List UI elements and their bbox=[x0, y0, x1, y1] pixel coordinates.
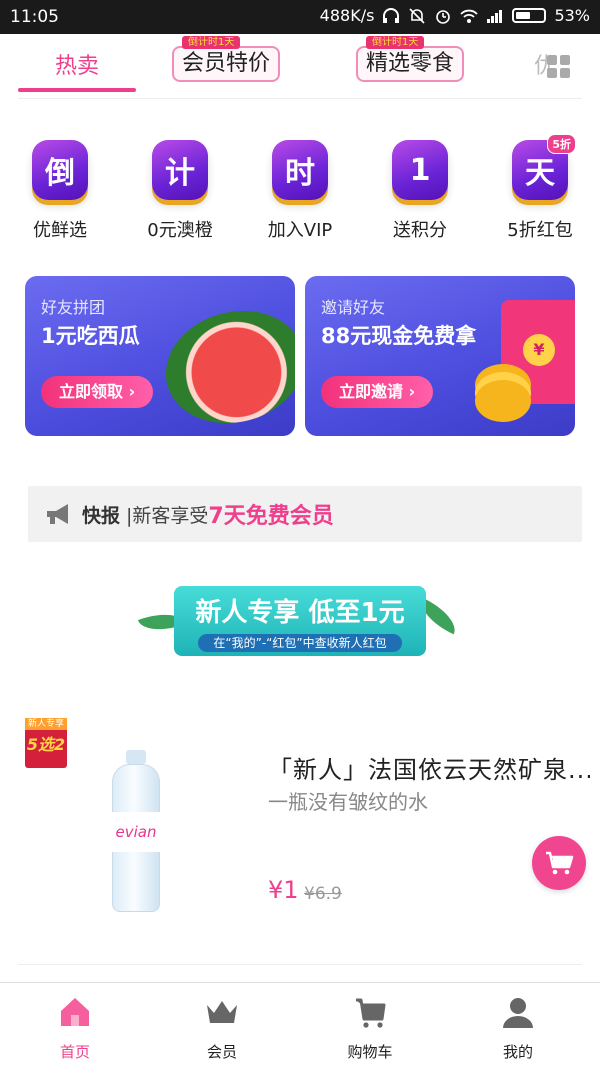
nav-home[interactable]: 首页 bbox=[25, 995, 125, 1062]
discount-badge: 5折 bbox=[547, 134, 576, 154]
grid-menu-icon[interactable] bbox=[546, 54, 572, 80]
cart-icon bbox=[546, 851, 574, 875]
news-text: |新客享受 bbox=[126, 504, 209, 527]
product-image: evian bbox=[112, 750, 160, 912]
nav-cart[interactable]: 购物车 bbox=[320, 995, 420, 1062]
category-icon: 时 bbox=[272, 140, 328, 200]
bottom-nav: 首页 会员 购物车 我的 bbox=[0, 982, 600, 1067]
cart-icon bbox=[356, 998, 386, 1028]
category-label: 送积分 bbox=[393, 220, 447, 241]
mute-icon bbox=[409, 7, 426, 24]
category-join-vip[interactable]: 时 加入VIP bbox=[250, 140, 350, 242]
product-subtitle: 一瓶没有皱纹的水 bbox=[268, 790, 428, 814]
crown-icon bbox=[207, 1001, 237, 1023]
category-glyph: 计 bbox=[165, 156, 195, 191]
tab-snacks[interactable]: 倒计时1天 精选零食 bbox=[356, 36, 465, 82]
category-points[interactable]: 1 送积分 bbox=[370, 140, 470, 242]
news-highlight: 7天免费会员 bbox=[208, 504, 334, 529]
banner-title: 88元现金免费拿 bbox=[321, 324, 477, 348]
banner-title: 1元吃西瓜 bbox=[41, 324, 140, 348]
newbie-exclusive-banner[interactable]: 新人专享 低至1元 在“我的”-“红包”中查收新人红包 bbox=[174, 586, 426, 656]
invite-friends-banner[interactable]: 邀请好友 88元现金免费拿 立即邀请 › ¥ bbox=[305, 276, 575, 436]
alarm-icon bbox=[436, 9, 451, 24]
battery-icon bbox=[512, 8, 547, 23]
network-speed: 488K/s bbox=[319, 6, 375, 25]
signal-icon bbox=[487, 9, 503, 23]
status-right: 488K/s 53% bbox=[320, 6, 590, 25]
category-glyph: 天 bbox=[525, 156, 555, 191]
nav-mine-label: 我的 bbox=[502, 1043, 533, 1061]
countdown-ribbon: 倒计时1天 bbox=[182, 36, 241, 49]
tab-member-deals-pill: 倒计时1天 会员特价 bbox=[172, 36, 281, 82]
promo-tag-main: 5选2 bbox=[26, 735, 66, 754]
newbie-title: 新人专享 低至1元 bbox=[195, 598, 405, 628]
promo-tag: 新人专享 5选2 bbox=[25, 718, 67, 768]
gold-coins-image bbox=[475, 380, 531, 422]
category-icon: 1 bbox=[392, 140, 448, 200]
battery-percent: 53% bbox=[554, 6, 590, 25]
tab-hot-label: 热卖 bbox=[54, 54, 99, 79]
category-icon: 倒 bbox=[32, 140, 88, 200]
product-price: ¥1 bbox=[268, 876, 299, 904]
product-card[interactable]: 新人专享 5选2 evian 「新人」法国依云天然矿泉... 一瓶没有皱纹的水 … bbox=[0, 710, 600, 960]
claim-now-button[interactable]: 立即领取 › bbox=[41, 376, 154, 408]
promo-tag-top: 新人专享 bbox=[25, 718, 67, 730]
nav-member-label: 会员 bbox=[206, 1043, 237, 1061]
category-glyph: 1 bbox=[409, 152, 431, 188]
watermelon-image bbox=[153, 295, 295, 436]
product-title: 「新人」法国依云天然矿泉... bbox=[268, 756, 590, 784]
list-divider bbox=[18, 964, 582, 965]
add-to-cart-button[interactable] bbox=[532, 836, 586, 890]
category-glyph: 时 bbox=[285, 156, 315, 191]
category-icon: 计 bbox=[152, 140, 208, 200]
nav-cart-label: 购物车 bbox=[347, 1043, 393, 1061]
status-time: 11:05 bbox=[10, 7, 59, 27]
banner-subtitle: 邀请好友 bbox=[321, 298, 386, 317]
category-icon: 天 5折 bbox=[512, 134, 576, 200]
active-tab-underline bbox=[18, 88, 136, 92]
category-label: 5折红包 bbox=[507, 220, 573, 241]
tab-snacks-pill: 倒计时1天 精选零食 bbox=[356, 36, 465, 82]
category-label: 加入VIP bbox=[267, 220, 333, 241]
category-youxianxuan[interactable]: 倒 优鲜选 bbox=[10, 140, 110, 242]
product-brand: evian bbox=[112, 812, 160, 852]
category-glyph: 倒 bbox=[45, 156, 75, 191]
home-icon bbox=[61, 998, 89, 1026]
news-key: 快报 bbox=[82, 504, 121, 527]
countdown-ribbon: 倒计时1天 bbox=[366, 36, 425, 49]
invite-now-button[interactable]: 立即邀请 › bbox=[321, 376, 434, 408]
status-bar: 11:05 488K/s 53% bbox=[0, 0, 600, 34]
product-old-price: ¥6.9 bbox=[304, 884, 342, 904]
group-buy-banner[interactable]: 好友拼团 1元吃西瓜 立即领取 › bbox=[25, 276, 295, 436]
wifi-icon bbox=[460, 9, 479, 23]
user-icon bbox=[503, 998, 533, 1028]
category-free-orange[interactable]: 计 0元澳橙 bbox=[130, 140, 230, 242]
category-label: 0元澳橙 bbox=[147, 220, 213, 241]
nav-home-label: 首页 bbox=[59, 1043, 90, 1061]
category-half-price-redpacket[interactable]: 天 5折 5折红包 bbox=[490, 134, 590, 242]
yuan-seal: ¥ bbox=[523, 334, 555, 366]
tab-snacks-label: 精选零食 bbox=[366, 51, 455, 76]
category-icons: 倒 优鲜选 计 0元澳橙 时 加入VIP 1 送积分 天 5折 5折红包 bbox=[0, 134, 600, 250]
nav-mine[interactable]: 我的 bbox=[468, 995, 568, 1062]
newbie-subtitle: 在“我的”-“红包”中查收新人红包 bbox=[198, 634, 402, 652]
news-ticker[interactable]: 快报 |新客享受 7天免费会员 bbox=[28, 486, 582, 542]
headphones-icon bbox=[383, 7, 400, 23]
tab-member-deals-label: 会员特价 bbox=[182, 51, 271, 76]
banner-subtitle: 好友拼团 bbox=[41, 298, 106, 317]
nav-member[interactable]: 会员 bbox=[172, 995, 272, 1062]
megaphone-icon bbox=[47, 504, 68, 524]
tab-member-deals[interactable]: 倒计时1天 会员特价 bbox=[172, 36, 281, 82]
tab-hot[interactable]: 热卖 bbox=[40, 46, 114, 82]
category-label: 优鲜选 bbox=[33, 220, 87, 241]
tabs-divider bbox=[18, 98, 582, 99]
category-tabs: 热卖 倒计时1天 会员特价 倒计时1天 精选零食 优 bbox=[0, 34, 600, 99]
